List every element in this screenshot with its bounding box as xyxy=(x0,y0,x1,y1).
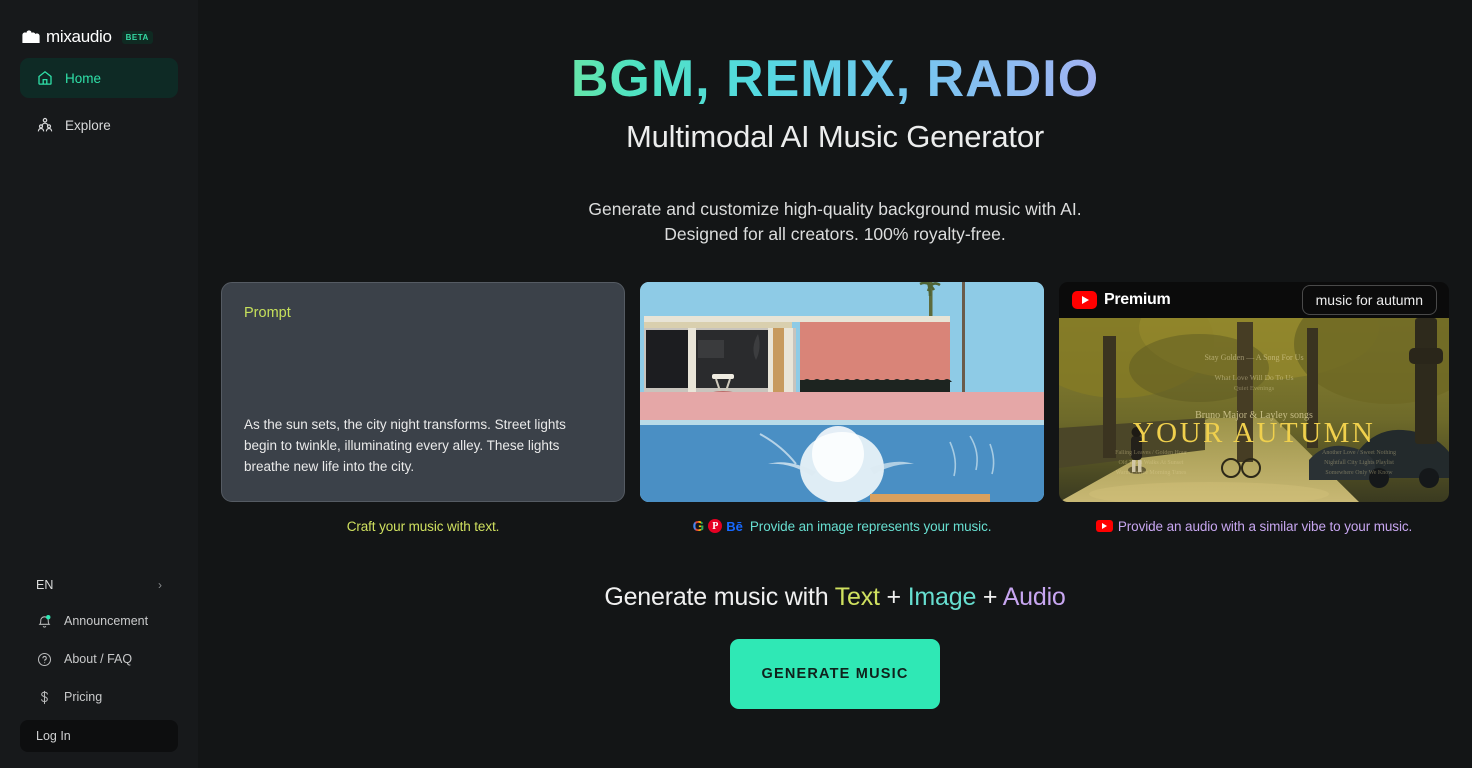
thumbnail-title: YOUR AUTUMN xyxy=(1133,417,1376,449)
dollar-icon xyxy=(36,689,52,705)
sidebar-item-announcement-label: Announcement xyxy=(64,614,149,628)
generate-word-image: Image xyxy=(907,582,977,611)
page-description-line1: Generate and customize high-quality back… xyxy=(588,198,1082,219)
poolside-house-splash-painting xyxy=(640,281,1044,502)
search-query-chip[interactable]: music for autumn xyxy=(1301,284,1437,315)
behance-icon: Bē xyxy=(726,518,743,534)
generate-headline: Generate music with Text + Image + Audio xyxy=(198,583,1472,612)
sidebar: mixaudio BETA Home Explore EN › Announce… xyxy=(0,0,198,768)
sidebar-nav: Home Explore xyxy=(0,58,198,145)
svg-text:Falling Leaves / Golden Hour: Falling Leaves / Golden Hour xyxy=(1115,450,1187,456)
brand-name: mixaudio xyxy=(46,27,112,46)
main-content: BGM, REMIX, RADIO Multimodal AI Music Ge… xyxy=(198,0,1472,768)
sidebar-item-home-label: Home xyxy=(65,70,102,86)
sidebar-item-pricing-label: Pricing xyxy=(64,690,103,704)
video-thumbnail: Stay Golden — A Song For Us What Love Wi… xyxy=(1059,317,1449,502)
image-source-icons: G P Bē xyxy=(693,518,743,535)
svg-text:Warm Coffee Morning Tunes: Warm Coffee Morning Tunes xyxy=(1116,469,1187,476)
page-description-line2: Designed for all creators. 100% royalty-… xyxy=(664,223,1006,244)
svg-text:Another Love / Sweet Nothing: Another Love / Sweet Nothing xyxy=(1322,450,1396,456)
home-icon xyxy=(36,70,53,87)
input-cards: Prompt As the sun sets, the city night t… xyxy=(198,281,1472,502)
generate-word-text: Text xyxy=(834,582,880,611)
mixaudio-logo-icon xyxy=(22,30,40,44)
svg-text:Old Town Walks At Sunset: Old Town Walks At Sunset xyxy=(1119,460,1184,466)
question-circle-icon xyxy=(36,651,52,667)
sidebar-item-home[interactable]: Home xyxy=(20,58,178,98)
caption-image: G P Bē Provide an image represents your … xyxy=(640,518,1044,535)
youtube-icon xyxy=(1072,290,1097,309)
prompt-label: Prompt xyxy=(244,304,291,321)
sidebar-item-announcement[interactable]: Announcement xyxy=(20,602,178,640)
page-subtitle: Multimodal AI Music Generator xyxy=(625,118,1045,154)
sidebar-item-explore[interactable]: Explore xyxy=(20,105,178,145)
language-selector[interactable]: EN › xyxy=(20,568,178,602)
svg-text:What Love Will Do To Us: What Love Will Do To Us xyxy=(1214,373,1293,382)
youtube-brand: Premium xyxy=(1072,290,1171,309)
sidebar-item-about-faq[interactable]: About / FAQ xyxy=(20,640,178,678)
svg-text:Somewhere Only We Know: Somewhere Only We Know xyxy=(1325,470,1393,476)
bell-icon xyxy=(36,613,52,629)
caption-audio: Provide an audio with a similar vibe to … xyxy=(1059,518,1449,535)
pinterest-icon: P xyxy=(708,519,723,534)
app-root: mixaudio BETA Home Explore EN › Announce… xyxy=(0,0,1472,768)
generate-music-button[interactable]: GENERATE MUSIC xyxy=(730,638,940,709)
language-label: EN xyxy=(36,578,54,592)
youtube-icon xyxy=(1095,520,1113,533)
sidebar-item-pricing[interactable]: Pricing xyxy=(20,678,178,716)
login-button-label: Log In xyxy=(36,729,71,743)
generate-word-audio: Audio xyxy=(1002,582,1066,611)
brand-logo[interactable]: mixaudio BETA xyxy=(0,0,198,50)
prompt-card[interactable]: Prompt As the sun sets, the city night t… xyxy=(221,281,625,502)
caption-prompt-text: Craft your music with text. xyxy=(346,518,500,534)
google-icon: G xyxy=(692,517,705,535)
page-description: Generate and customize high-quality back… xyxy=(198,197,1472,247)
login-button[interactable]: Log In xyxy=(20,720,178,752)
svg-text:Stay Golden — A Song For Us: Stay Golden — A Song For Us xyxy=(1204,353,1303,362)
svg-text:Nightfall City Lights Playlist: Nightfall City Lights Playlist xyxy=(1324,459,1394,466)
youtube-premium-header: Premium music for autumn xyxy=(1059,282,1449,318)
generate-headline-prefix: Generate music with xyxy=(604,582,835,611)
page-title: BGM, REMIX, RADIO xyxy=(198,52,1472,107)
youtube-premium-label: Premium xyxy=(1104,290,1171,308)
svg-text:Quiet Evenings: Quiet Evenings xyxy=(1234,385,1275,392)
generate-plus-1: + xyxy=(879,582,908,611)
caption-image-text: Provide an image represents your music. xyxy=(749,518,992,534)
generate-plus-2: + xyxy=(976,582,1003,611)
sidebar-item-about-faq-label: About / FAQ xyxy=(64,652,133,666)
image-card[interactable] xyxy=(640,281,1044,502)
chevron-right-icon: › xyxy=(158,578,162,592)
card-captions: Craft your music with text. G P Bē Provi… xyxy=(198,518,1472,535)
audio-card[interactable]: Premium music for autumn Stay Golden — A… xyxy=(1059,281,1449,502)
caption-prompt: Craft your music with text. xyxy=(221,518,625,535)
explore-people-icon xyxy=(36,117,53,134)
sidebar-item-explore-label: Explore xyxy=(65,117,111,133)
prompt-text: As the sun sets, the city night transfor… xyxy=(244,416,566,474)
beta-badge: BETA xyxy=(121,30,153,44)
sidebar-bottom: EN › Announcement About / FAQ Pricing Lo… xyxy=(0,568,198,768)
caption-audio-text: Provide an audio with a similar vibe to … xyxy=(1117,518,1413,534)
generate-button-wrap: GENERATE MUSIC xyxy=(198,638,1472,709)
